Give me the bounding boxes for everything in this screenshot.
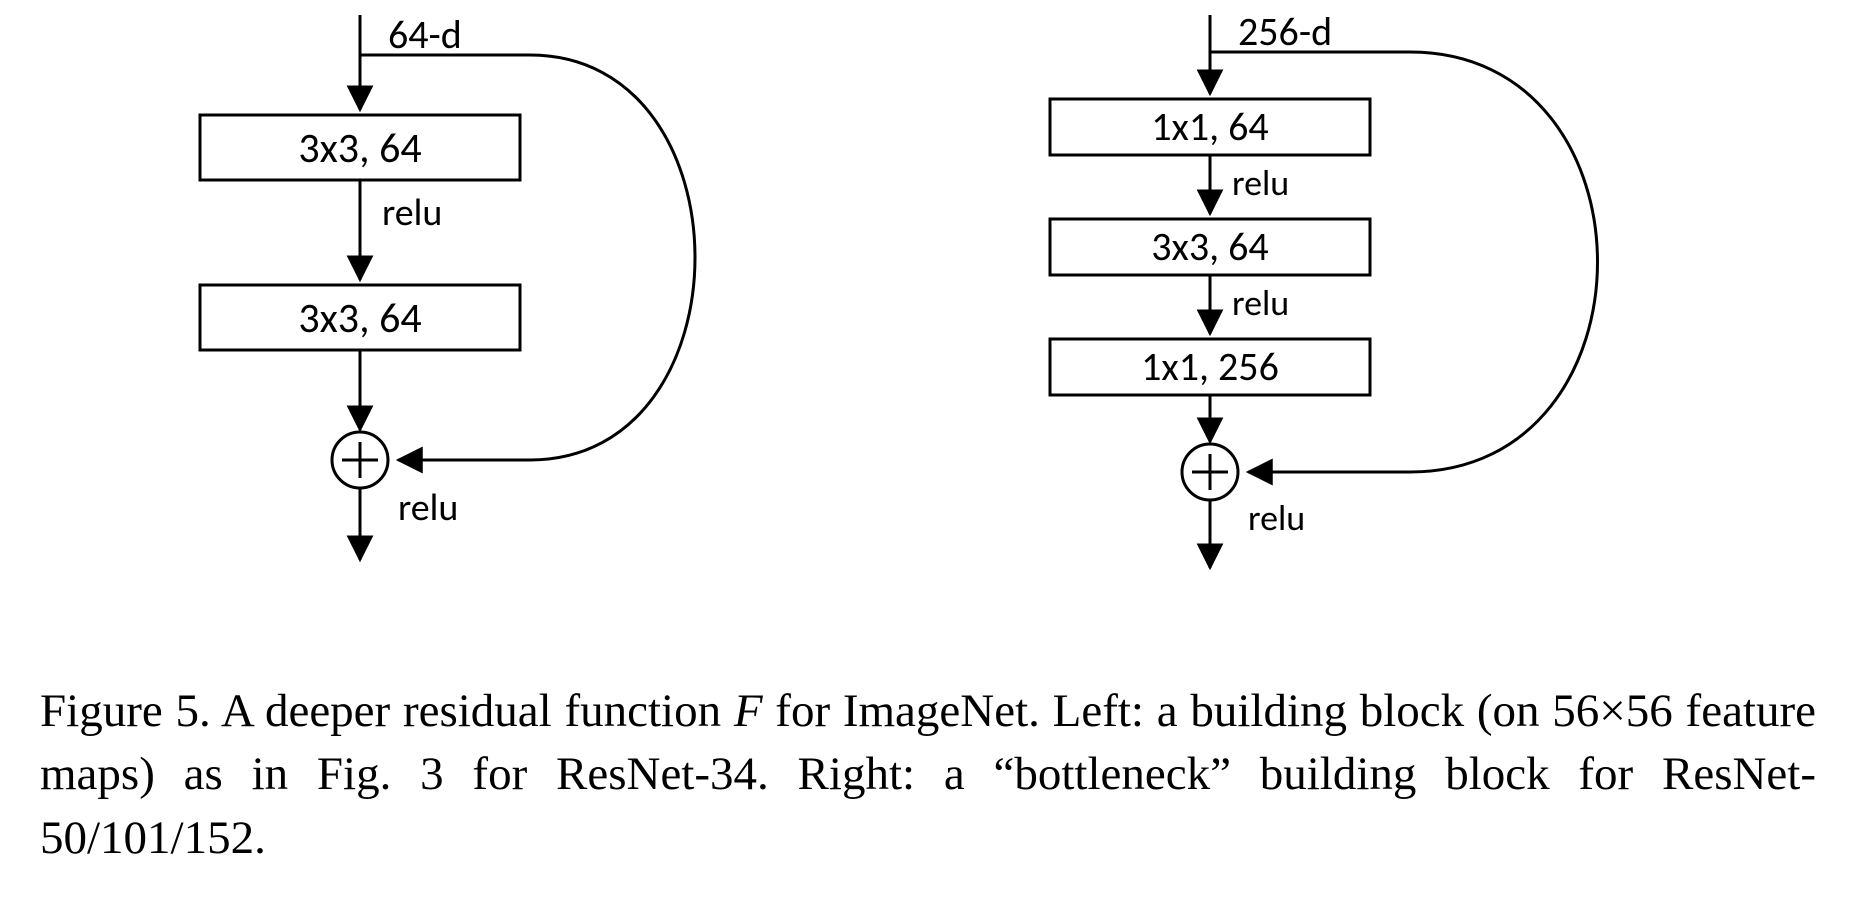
activation-label: relu [1232, 161, 1289, 205]
input-dim-label: 64-d [388, 10, 462, 59]
layer-box-label: 3x3, 64 [1151, 222, 1268, 271]
layer-box-label: 3x3, 64 [298, 293, 421, 344]
figure-page: 64-d 3x3, 64 relu 3x3, 64 relu [0, 0, 1856, 910]
activation-label: relu [1232, 281, 1289, 325]
bottleneck-block-diagram: 256-d 1x1, 64 relu 3x3, 64 relu 1x1, 256 [980, 0, 1740, 625]
activation-label: relu [382, 190, 442, 236]
basic-block-diagram: 64-d 3x3, 64 relu 3x3, 64 relu [130, 0, 850, 625]
input-dim-label: 256-d [1238, 7, 1332, 56]
diagram-area: 64-d 3x3, 64 relu 3x3, 64 relu [0, 0, 1856, 620]
layer-box-label: 1x1, 256 [1141, 342, 1279, 391]
figure-label: Figure 5. [40, 685, 211, 737]
activation-label: relu [398, 485, 458, 531]
layer-box-label: 1x1, 64 [1151, 102, 1268, 151]
script-f-symbol: F [734, 685, 763, 737]
activation-label: relu [1248, 496, 1305, 540]
layer-box-label: 3x3, 64 [298, 123, 421, 174]
figure-caption: Figure 5. A deeper residual function F f… [40, 680, 1816, 870]
caption-text: A deeper residual function [211, 685, 734, 737]
